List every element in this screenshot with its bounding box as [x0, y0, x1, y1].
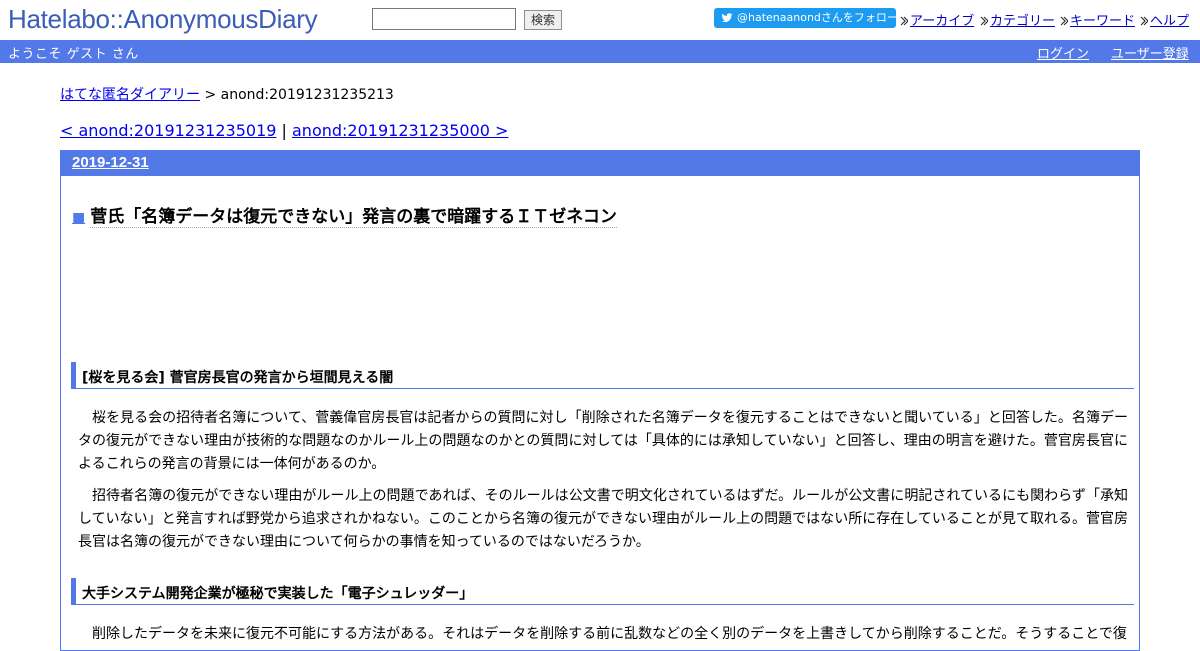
nav-category[interactable]: カテゴリー	[980, 10, 1055, 29]
entry-box: 2019-12-31 ■ 菅氏「名簿データは復元できない」発言の裏で暗躍するＩＴゼ…	[60, 150, 1140, 651]
follow-label: @hatenaanondさんをフォロー	[737, 11, 898, 24]
section-heading-text: [桜を見る会] 菅官房長官の発言から垣間見える闇	[82, 370, 394, 386]
date-bar: 2019-12-31	[61, 150, 1139, 176]
pager-separator: |	[276, 121, 292, 140]
twitter-bird-icon	[721, 13, 733, 23]
section-heading-text: 大手システム開発企業が極秘で実装した「電子シュレッダー」	[82, 586, 474, 602]
welcome-text: ようこそ ゲスト さん	[8, 47, 139, 62]
breadcrumb: はてな匿名ダイアリー > anond:20191231235213	[60, 84, 394, 104]
site-logo[interactable]: Hatelabo::AnonymousDiary	[8, 4, 318, 35]
body-paragraph: 削除したデータを未来に復元不可能にする方法がある。それはデータを削除する前に乱数…	[92, 626, 1127, 642]
section-heading: 大手システム開発企業が極秘で実装した「電子シュレッダー」	[71, 578, 1134, 605]
keyword-link[interactable]: キーワード	[1070, 14, 1135, 29]
search-button[interactable]: 検索	[524, 10, 563, 30]
breadcrumb-root-link[interactable]: はてな匿名ダイアリー	[60, 87, 200, 103]
search-input[interactable]	[372, 8, 516, 30]
chevron-right-icon	[1060, 16, 1068, 26]
chevron-right-icon	[900, 16, 908, 26]
permalink-square[interactable]: ■	[72, 210, 85, 226]
top-header: Hatelabo::AnonymousDiary 検索 @hatenaanond…	[0, 0, 1200, 40]
chevron-right-icon	[1140, 16, 1148, 26]
chevron-right-icon	[980, 16, 988, 26]
body-paragraph: 桜を見る会の招待者名簿について、菅義偉官房長官は記者からの質問に対し「削除された…	[78, 410, 1128, 472]
help-link[interactable]: ヘルプ	[1150, 14, 1189, 29]
nav-keyword[interactable]: キーワード	[1060, 10, 1135, 29]
twitter-follow-button[interactable]: @hatenaanondさんをフォロー	[714, 8, 898, 28]
entry-title: ■ 菅氏「名簿データは復元できない」発言の裏で暗躍するＩＴゼネコン	[72, 202, 617, 228]
body-paragraph: 招待者名簿の復元ができない理由がルール上の問題であれば、そのルールは公文書で明文…	[78, 488, 1128, 550]
entry-pager: < anond:20191231235019 | anond:201912312…	[60, 121, 508, 140]
register-link[interactable]: ユーザー登録	[1111, 43, 1189, 62]
login-link[interactable]: ログイン	[1037, 43, 1089, 62]
category-link[interactable]: カテゴリー	[990, 14, 1055, 29]
entry-date-link[interactable]: 2019-12-31	[72, 154, 149, 171]
nav-help[interactable]: ヘルプ	[1140, 10, 1189, 29]
user-bar: ようこそ ゲスト さん ログイン ユーザー登録	[0, 40, 1200, 63]
breadcrumb-separator: >	[200, 87, 221, 103]
archive-link[interactable]: アーカイブ	[910, 14, 974, 29]
nav-archive[interactable]: アーカイブ	[900, 10, 974, 29]
section-heading: [桜を見る会] 菅官房長官の発言から垣間見える闇	[71, 362, 1134, 389]
entry-title-text: 菅氏「名簿データは復元できない」発言の裏で暗躍するＩＴゼネコン	[90, 207, 617, 228]
next-entry-link[interactable]: anond:20191231235000 >	[292, 121, 508, 140]
breadcrumb-current: anond:20191231235213	[220, 87, 394, 103]
prev-entry-link[interactable]: < anond:20191231235019	[60, 121, 276, 140]
